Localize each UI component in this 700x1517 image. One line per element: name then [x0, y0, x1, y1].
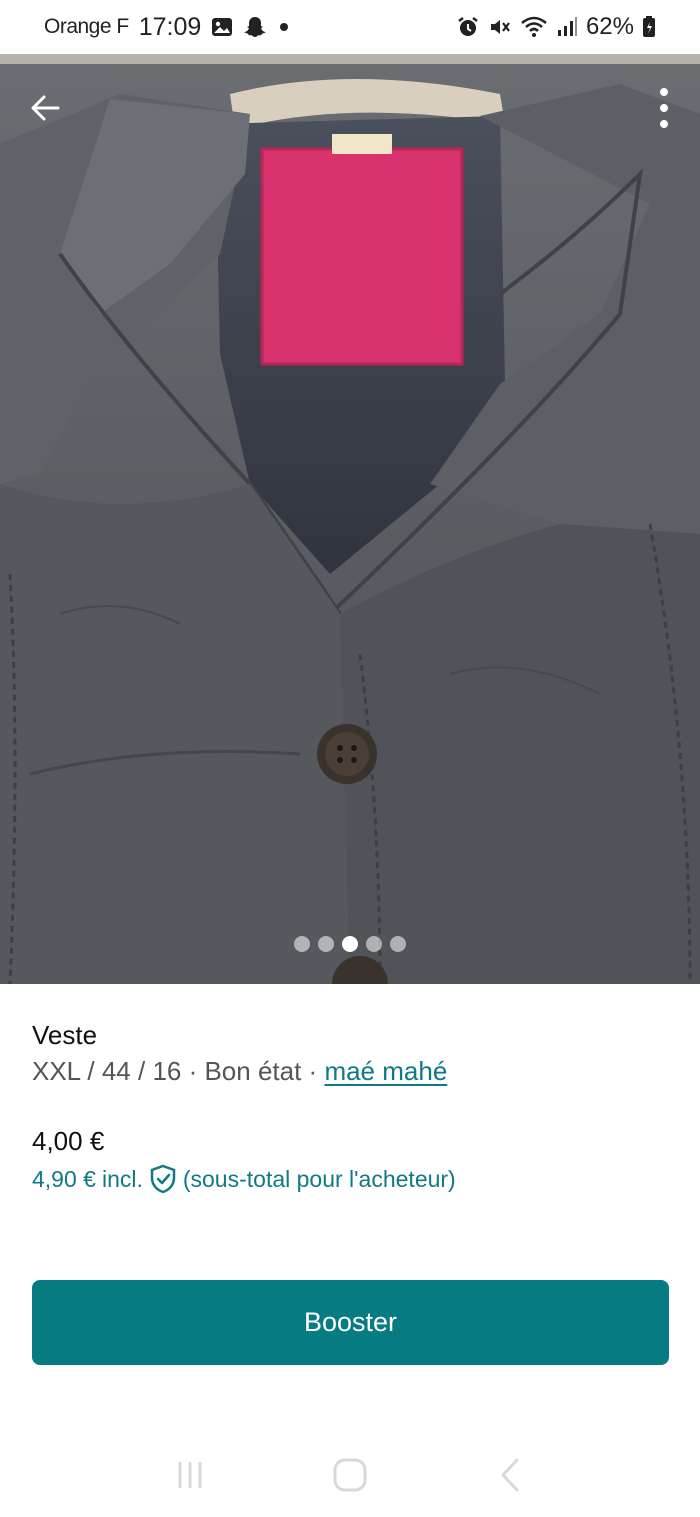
recent-apps-icon — [178, 1461, 202, 1488]
item-meta: XXL / 44 / 16 · Bon état · maé mahé — [32, 1056, 447, 1087]
system-nav-bar — [0, 1432, 700, 1517]
status-bar: Orange F 17:09 62% — [0, 0, 700, 54]
item-size-condition: XXL / 44 / 16 · Bon état · — [32, 1056, 325, 1086]
clock: 17:09 — [138, 12, 202, 41]
more-options-button[interactable] — [654, 84, 674, 132]
shield-check-icon — [149, 1164, 177, 1194]
battery-icon — [642, 15, 656, 39]
battery-percent: 62% — [585, 13, 634, 40]
snapchat-icon — [243, 15, 267, 39]
gallery-icon — [211, 16, 233, 38]
chevron-left-icon — [501, 1458, 519, 1491]
brand-link[interactable]: maé mahé — [324, 1056, 447, 1086]
arrow-left-icon — [31, 95, 60, 121]
item-title: Veste — [32, 1020, 98, 1050]
system-back-button[interactable] — [480, 1445, 540, 1505]
home-icon — [333, 1458, 367, 1491]
wifi-icon — [520, 15, 548, 39]
item-photo[interactable] — [0, 54, 700, 984]
item-price: 4,00 € — [32, 1126, 105, 1156]
pagination-dot[interactable] — [318, 936, 334, 952]
photo-pagination — [0, 936, 700, 952]
status-right: 62% — [456, 13, 656, 41]
dot-icon — [277, 20, 291, 34]
buyer-incl: incl. — [101, 1165, 143, 1192]
pagination-dot[interactable] — [390, 936, 406, 952]
signal-icon — [556, 15, 578, 39]
buyer-price: 4,90 € — [32, 1165, 96, 1192]
booster-button[interactable]: Booster — [32, 1280, 669, 1365]
pagination-dot[interactable] — [294, 936, 310, 952]
mute-icon — [488, 15, 512, 39]
back-button[interactable] — [24, 86, 68, 130]
status-left: Orange F 17:09 — [44, 13, 291, 42]
recent-apps-button[interactable] — [160, 1445, 220, 1505]
pagination-dot-active[interactable] — [342, 936, 358, 952]
alarm-icon — [456, 15, 480, 39]
home-button[interactable] — [320, 1445, 380, 1505]
pagination-dot[interactable] — [366, 936, 382, 952]
buyer-total-line[interactable]: 4,90 € incl. (sous-total pour l'acheteur… — [32, 1164, 456, 1194]
carrier-name: Orange F — [44, 15, 129, 38]
buyer-note: (sous-total pour l'acheteur) — [182, 1165, 456, 1192]
jacket-photo-illustration — [0, 54, 700, 984]
more-vertical-icon — [660, 88, 668, 128]
